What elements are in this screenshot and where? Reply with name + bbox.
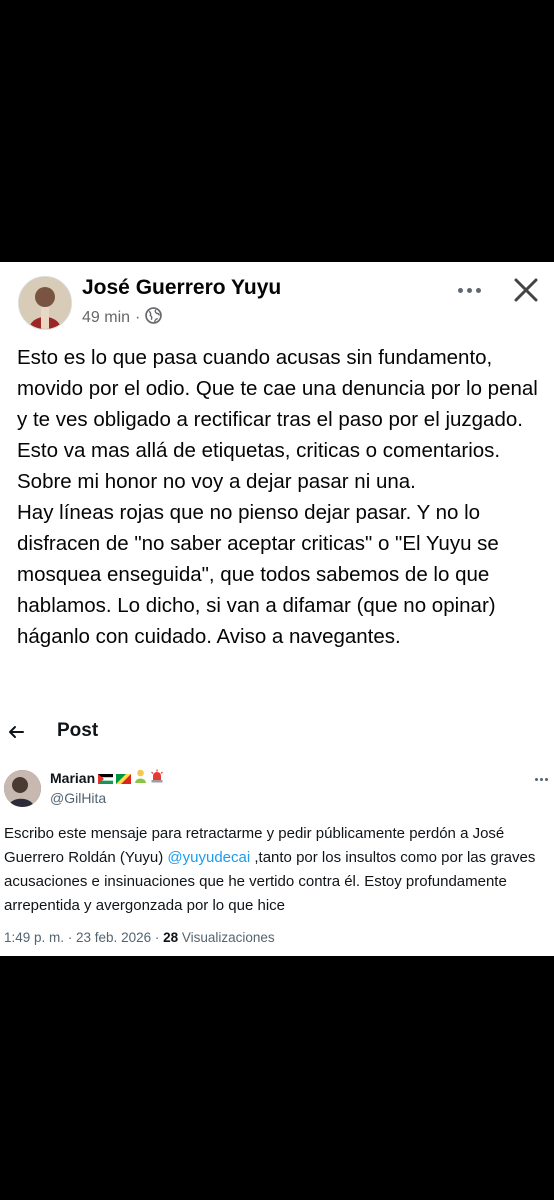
palestine-flag-icon (98, 770, 114, 786)
tweet-views-count: 28 (163, 930, 179, 945)
post-time[interactable]: 49 min (82, 309, 130, 327)
post-paragraph: Esto es lo que pasa cuando acusas sin fu… (17, 346, 538, 493)
tweet-avatar[interactable] (4, 770, 41, 807)
close-icon[interactable] (510, 274, 542, 306)
tweet-header-title: Post (57, 720, 99, 741)
tweet-views-label: Visualizaciones (178, 930, 275, 945)
embedded-tweet-screenshot: Post Marian @GilHita Escribo este mensaj… (0, 712, 554, 956)
arrow-left-icon[interactable] (6, 722, 26, 742)
siren-emoji-icon (150, 769, 164, 786)
congo-flag-icon (116, 770, 132, 786)
post-card: José Guerrero Yuyu 49 min · Esto es lo q… (0, 262, 554, 956)
post-paragraph: Hay líneas rojas que no pienso dejar pas… (17, 501, 499, 648)
post-meta: 49 min · (82, 307, 163, 329)
tweet-handle[interactable]: @GilHita (50, 790, 106, 806)
more-options-icon[interactable] (452, 278, 486, 302)
tweet-text: Escribo este mensaje para retractarme y … (4, 825, 536, 914)
author-name[interactable]: José Guerrero Yuyu (82, 276, 281, 300)
facebook-post-header: José Guerrero Yuyu 49 min · (0, 262, 554, 342)
person-emoji-icon (134, 769, 147, 786)
author-avatar[interactable] (18, 276, 72, 330)
globe-icon (145, 307, 163, 329)
tweet-more-icon[interactable] (535, 778, 548, 781)
tweet-timestamp[interactable]: 1:49 p. m. · 23 feb. 2026 · (4, 930, 163, 945)
mention-link[interactable]: @yuyudecai (167, 849, 250, 866)
facebook-post-body: Esto es lo que pasa cuando acusas sin fu… (17, 342, 545, 652)
tweet-footer: 1:49 p. m. · 23 feb. 2026 · 28 Visualiza… (4, 930, 275, 945)
meta-separator: · (135, 309, 141, 326)
tweet-display-name[interactable]: Marian (50, 769, 164, 786)
